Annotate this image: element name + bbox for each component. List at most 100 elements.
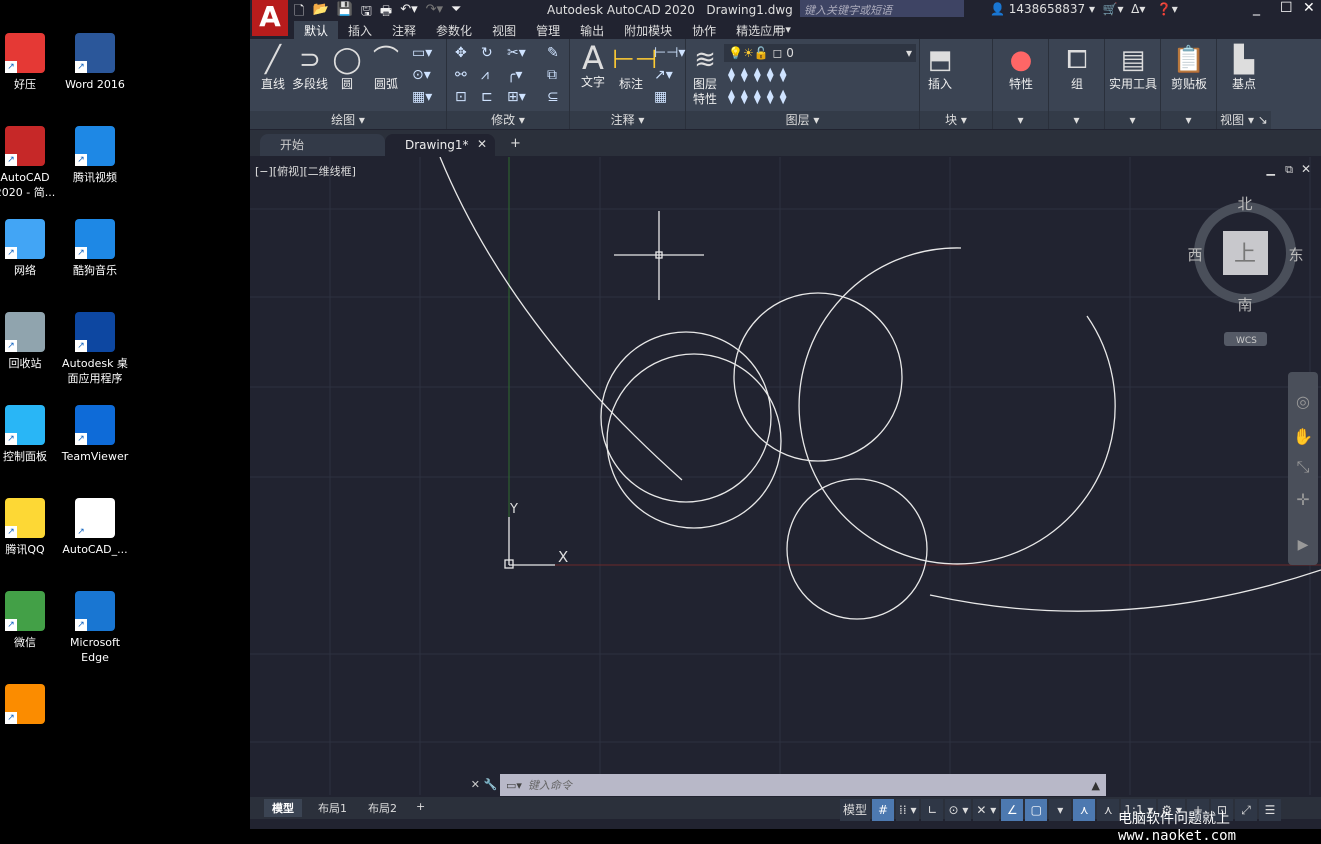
object-snap-tracking-toggle[interactable]: ∠ xyxy=(1001,799,1024,821)
compass-east[interactable]: 东 xyxy=(1288,246,1303,264)
panel-annotate-title[interactable]: 注释 ▾ xyxy=(570,111,685,129)
layer-tools-row2[interactable]: ⧫⧫⧫⧫⧫ xyxy=(728,89,793,105)
ortho-toggle[interactable]: ∟ xyxy=(921,799,944,821)
desktop-icon[interactable]: ↗ 好压 xyxy=(0,33,60,92)
desktop-icon[interactable]: ↗ 控制面板 xyxy=(0,405,60,464)
tab-layout2[interactable]: 布局2 xyxy=(360,799,405,817)
tab-start[interactable]: 开始 xyxy=(260,134,385,156)
search-input[interactable]: 键入关键字或短语 xyxy=(800,0,964,17)
fillet-icon[interactable]: ╭▾ xyxy=(507,67,522,83)
annotation-visibility-toggle[interactable]: ⋏ xyxy=(1073,799,1096,821)
offset-icon[interactable]: ⊆ xyxy=(547,89,559,105)
ribbon-options-icon[interactable]: ▭▾ xyxy=(775,23,791,36)
compass-south[interactable]: 南 xyxy=(1237,296,1252,314)
viewport-close[interactable]: ✕ xyxy=(1301,162,1311,176)
command-history-icon[interactable]: ▲ xyxy=(1092,779,1100,792)
application-menu-button[interactable]: A xyxy=(252,0,288,36)
explode-icon[interactable]: ⧉ xyxy=(547,67,557,83)
panel-draw-title[interactable]: 绘图 ▾ xyxy=(250,111,446,129)
panel-layers-title[interactable]: 图层 ▾ xyxy=(686,111,919,129)
polar-toggle[interactable]: ⊙ ▾ xyxy=(945,799,972,821)
trim-icon[interactable]: ✂▾ xyxy=(507,45,526,61)
desktop-icon[interactable]: ↗ Word 2016 xyxy=(60,33,130,92)
ribbon-tab[interactable]: 注释 xyxy=(382,21,426,39)
object-snap-toggle[interactable]: ▢ xyxy=(1025,799,1048,821)
autoscale-toggle[interactable]: ⋏ xyxy=(1097,799,1120,821)
tab-layout1[interactable]: 布局1 xyxy=(310,799,355,817)
ribbon-tab[interactable]: 输出 xyxy=(570,21,614,39)
viewport-controls[interactable]: [−][俯视][二维线框] xyxy=(255,163,356,179)
tab-model[interactable]: 模型 xyxy=(264,799,302,817)
panel-groups-expand[interactable]: ▾ xyxy=(1049,111,1104,129)
ribbon-tab[interactable]: 默认 xyxy=(294,21,339,39)
ellipse-icon[interactable]: ⊙▾ xyxy=(412,67,431,83)
close-button[interactable]: ✕ xyxy=(1303,0,1315,16)
isodraft-toggle[interactable]: ✕ ▾ xyxy=(973,799,1000,821)
polyline-tool[interactable]: ⊃ 多段线 xyxy=(290,43,330,92)
insert-tool[interactable]: ⬒ 插入 xyxy=(922,43,958,92)
viewcube[interactable]: 上 北 南 东 西 WCS xyxy=(1187,195,1304,346)
desktop-icon[interactable]: ↗ 腾讯视频 xyxy=(60,126,130,185)
rectangle-icon[interactable]: ▭▾ xyxy=(412,45,432,61)
steering-wheel-icon[interactable]: ◎ xyxy=(1296,392,1310,411)
pan-icon[interactable]: ✋ xyxy=(1293,427,1313,446)
group-tool[interactable]: ⧠ 组 xyxy=(1055,43,1099,92)
copy-icon[interactable]: ⚯ xyxy=(455,67,467,83)
panel-utilities-expand[interactable]: ▾ xyxy=(1105,111,1160,129)
desktop-icon[interactable]: ↗ 腾讯QQ xyxy=(0,498,60,557)
command-input[interactable]: 键入命令 xyxy=(528,777,572,793)
scale-icon[interactable]: ⊏ xyxy=(481,89,493,105)
ribbon-tab[interactable]: 参数化 xyxy=(426,21,482,39)
orbit-icon[interactable]: ✛ xyxy=(1296,490,1309,509)
command-close-icon[interactable]: ✕ 🔧 xyxy=(468,774,500,796)
panel-properties-expand[interactable]: ▾ xyxy=(993,111,1048,129)
line-tool[interactable]: ╱ 直线 xyxy=(256,43,290,92)
ribbon-tab[interactable]: 协作 xyxy=(682,21,726,39)
panel-clipboard-expand[interactable]: ▾ xyxy=(1161,111,1216,129)
ribbon-tab[interactable]: 附加模块 xyxy=(614,21,682,39)
model-space-button[interactable]: 模型 xyxy=(840,799,871,821)
arc-tool[interactable]: ⌒ 圆弧 xyxy=(368,43,404,92)
array-icon[interactable]: ⊞▾ xyxy=(507,89,526,105)
circle-tool[interactable]: ◯ 圆 xyxy=(330,43,364,92)
linear-dim-icon[interactable]: ⊢⊣▾ xyxy=(654,45,685,61)
layer-tools-row1[interactable]: ⧫⧫⧫⧫⧫ xyxy=(728,67,793,83)
desktop-icon[interactable]: ↗ Autodesk 桌面应用程序 xyxy=(60,312,130,386)
compass-north[interactable]: 北 xyxy=(1237,195,1252,213)
ribbon-tab[interactable]: 插入 xyxy=(338,21,382,39)
compass-west[interactable]: 西 xyxy=(1187,246,1202,264)
hatch-icon[interactable]: ▦▾ xyxy=(412,89,432,105)
erase-icon[interactable]: ✎ xyxy=(547,45,559,61)
close-tab-icon[interactable]: ✕ xyxy=(477,137,487,151)
zoom-extents-icon[interactable]: ⤡ xyxy=(1297,457,1310,476)
ribbon-tab[interactable]: 视图 xyxy=(482,21,526,39)
navigation-bar[interactable]: ◎ ✋ ⤡ ✛ ▶ xyxy=(1288,372,1318,565)
wcs-menu[interactable]: WCS xyxy=(1236,336,1257,346)
panel-block-title[interactable]: 块 ▾ xyxy=(920,111,992,129)
command-line[interactable]: ✕ 🔧 ▭▾ 键入命令 ▲ xyxy=(468,774,1106,796)
desktop-icon[interactable]: ↗ TeamViewer xyxy=(60,405,130,464)
ribbon-tab[interactable]: 管理 xyxy=(526,21,570,39)
layer-dropdown[interactable]: 💡☀🔓 ◻ 0 ▾ xyxy=(724,44,916,62)
add-layout-button[interactable]: + xyxy=(408,799,433,814)
desktop-icon[interactable]: ↗ 回收站 xyxy=(0,312,60,371)
basepoint-tool[interactable]: ▙ 基点 xyxy=(1217,43,1271,92)
desktop-icon[interactable]: ↗ Microsoft Edge xyxy=(60,591,130,665)
table-icon[interactable]: ▦ xyxy=(654,89,667,105)
utilities-tool[interactable]: ▤ 实用工具 xyxy=(1105,43,1161,92)
layer-properties-tool[interactable]: ≋ 图层特性 xyxy=(688,43,722,107)
rotate-icon[interactable]: ↻ xyxy=(481,45,493,61)
command-prompt-icon[interactable]: ▭▾ xyxy=(506,779,522,792)
mirror-icon[interactable]: ⩘ xyxy=(481,67,489,83)
stretch-icon[interactable]: ⊡ xyxy=(455,89,467,105)
new-tab-button[interactable]: + xyxy=(510,136,521,151)
minimize-button[interactable]: _ xyxy=(1253,0,1260,16)
viewcube-top[interactable]: 上 xyxy=(1234,242,1256,267)
desktop-icon[interactable]: ↗ AutoCAD_... xyxy=(60,498,130,557)
viewport-restore[interactable]: ⧉ xyxy=(1285,163,1293,177)
leader-icon[interactable]: ↗▾ xyxy=(654,67,673,83)
desktop-icon[interactable]: ↗ 网络 xyxy=(0,219,60,278)
properties-tool[interactable]: ● 特性 xyxy=(999,43,1043,92)
panel-modify-title[interactable]: 修改 ▾ xyxy=(447,111,569,129)
viewport-minimize[interactable]: ▁ xyxy=(1267,163,1275,176)
